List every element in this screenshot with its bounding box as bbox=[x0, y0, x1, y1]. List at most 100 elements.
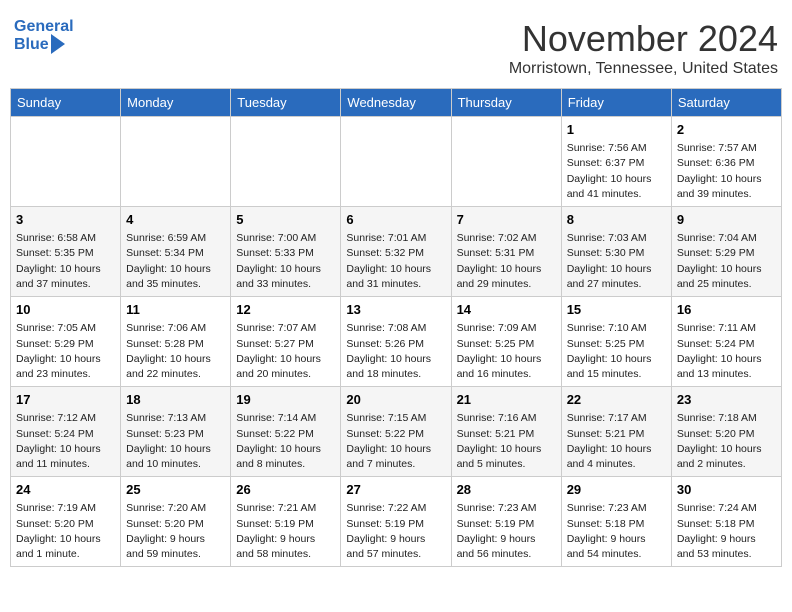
day-info: Sunrise: 7:20 AM Sunset: 5:20 PM Dayligh… bbox=[126, 501, 225, 562]
logo-blue-text: Blue bbox=[14, 36, 49, 54]
calendar-cell: 25Sunrise: 7:20 AM Sunset: 5:20 PM Dayli… bbox=[121, 477, 231, 567]
calendar-cell: 30Sunrise: 7:24 AM Sunset: 5:18 PM Dayli… bbox=[671, 477, 781, 567]
day-info: Sunrise: 7:12 AM Sunset: 5:24 PM Dayligh… bbox=[16, 411, 115, 472]
col-header-saturday: Saturday bbox=[671, 89, 781, 117]
day-number: 28 bbox=[457, 481, 556, 499]
calendar-cell: 27 Sunrise: 7:22 AM Sunset: 5:19 PM Dayli… bbox=[341, 477, 451, 567]
day-number: 20 bbox=[346, 391, 445, 409]
calendar-cell: 7Sunrise: 7:02 AM Sunset: 5:31 PM Daylig… bbox=[451, 207, 561, 297]
logo-triangle-icon bbox=[51, 34, 65, 54]
day-info: Sunrise: 7:16 AM Sunset: 5:21 PM Dayligh… bbox=[457, 411, 556, 472]
month-title: November 2024 bbox=[509, 18, 778, 60]
calendar-cell: 20 Sunrise: 7:15 AM Sunset: 5:22 PM Dayli… bbox=[341, 387, 451, 477]
calendar-cell: 26Sunrise: 7:21 AM Sunset: 5:19 PM Dayli… bbox=[231, 477, 341, 567]
calendar-cell: 4Sunrise: 6:59 AM Sunset: 5:34 PM Daylig… bbox=[121, 207, 231, 297]
day-info: Sunrise: 7:10 AM Sunset: 5:25 PM Dayligh… bbox=[567, 321, 666, 382]
day-info: Sunrise: 7:04 AM Sunset: 5:29 PM Dayligh… bbox=[677, 231, 776, 292]
day-info: Sunrise: 7:15 AM Sunset: 5:22 PM Dayligh… bbox=[346, 411, 445, 472]
calendar-cell bbox=[231, 117, 341, 207]
day-number: 15 bbox=[567, 301, 666, 319]
col-header-tuesday: Tuesday bbox=[231, 89, 341, 117]
day-info: Sunrise: 7:14 AM Sunset: 5:22 PM Dayligh… bbox=[236, 411, 335, 472]
calendar-cell: 10Sunrise: 7:05 AM Sunset: 5:29 PM Dayli… bbox=[11, 297, 121, 387]
day-number: 24 bbox=[16, 481, 115, 499]
calendar-header-row: SundayMondayTuesdayWednesdayThursdayFrid… bbox=[11, 89, 782, 117]
day-number: 8 bbox=[567, 211, 666, 229]
calendar-cell: 9 Sunrise: 7:04 AM Sunset: 5:29 PM Daylig… bbox=[671, 207, 781, 297]
day-info: Sunrise: 7:06 AM Sunset: 5:28 PM Dayligh… bbox=[126, 321, 225, 382]
day-info: Sunrise: 7:11 AM Sunset: 5:24 PM Dayligh… bbox=[677, 321, 776, 382]
col-header-wednesday: Wednesday bbox=[341, 89, 451, 117]
day-number: 14 bbox=[457, 301, 556, 319]
calendar-week-row: 17 Sunrise: 7:12 AM Sunset: 5:24 PM Dayli… bbox=[11, 387, 782, 477]
day-number: 23 bbox=[677, 391, 776, 409]
day-info: Sunrise: 7:08 AM Sunset: 5:26 PM Dayligh… bbox=[346, 321, 445, 382]
page-header: General Blue November 2024 Morristown, T… bbox=[10, 10, 782, 82]
day-number: 1 bbox=[567, 121, 666, 139]
col-header-monday: Monday bbox=[121, 89, 231, 117]
day-number: 5 bbox=[236, 211, 335, 229]
day-info: Sunrise: 7:13 AM Sunset: 5:23 PM Dayligh… bbox=[126, 411, 225, 472]
calendar-table: SundayMondayTuesdayWednesdayThursdayFrid… bbox=[10, 88, 782, 567]
calendar-cell: 12Sunrise: 7:07 AM Sunset: 5:27 PM Dayli… bbox=[231, 297, 341, 387]
day-info: Sunrise: 6:58 AM Sunset: 5:35 PM Dayligh… bbox=[16, 231, 115, 292]
logo: General Blue bbox=[14, 18, 74, 54]
day-number: 11 bbox=[126, 301, 225, 319]
calendar-cell bbox=[121, 117, 231, 207]
day-number: 9 bbox=[677, 211, 776, 229]
calendar-cell: 8 Sunrise: 7:03 AM Sunset: 5:30 PM Daylig… bbox=[561, 207, 671, 297]
calendar-week-row: 10Sunrise: 7:05 AM Sunset: 5:29 PM Dayli… bbox=[11, 297, 782, 387]
calendar-cell: 11 Sunrise: 7:06 AM Sunset: 5:28 PM Dayli… bbox=[121, 297, 231, 387]
col-header-thursday: Thursday bbox=[451, 89, 561, 117]
day-number: 18 bbox=[126, 391, 225, 409]
logo-general: General bbox=[14, 18, 74, 35]
day-number: 19 bbox=[236, 391, 335, 409]
day-info: Sunrise: 7:24 AM Sunset: 5:18 PM Dayligh… bbox=[677, 501, 776, 562]
day-number: 21 bbox=[457, 391, 556, 409]
day-info: Sunrise: 7:03 AM Sunset: 5:30 PM Dayligh… bbox=[567, 231, 666, 292]
day-number: 10 bbox=[16, 301, 115, 319]
calendar-cell: 28 Sunrise: 7:23 AM Sunset: 5:19 PM Dayli… bbox=[451, 477, 561, 567]
day-info: Sunrise: 7:23 AM Sunset: 5:18 PM Dayligh… bbox=[567, 501, 666, 562]
calendar-cell: 23 Sunrise: 7:18 AM Sunset: 5:20 PM Dayli… bbox=[671, 387, 781, 477]
calendar-week-row: 3 Sunrise: 6:58 AM Sunset: 5:35 PM Daylig… bbox=[11, 207, 782, 297]
day-number: 27 bbox=[346, 481, 445, 499]
day-number: 3 bbox=[16, 211, 115, 229]
day-number: 13 bbox=[346, 301, 445, 319]
calendar-cell: 6Sunrise: 7:01 AM Sunset: 5:32 PM Daylig… bbox=[341, 207, 451, 297]
calendar-cell: 15 Sunrise: 7:10 AM Sunset: 5:25 PM Dayli… bbox=[561, 297, 671, 387]
calendar-week-row: 24 Sunrise: 7:19 AM Sunset: 5:20 PM Dayli… bbox=[11, 477, 782, 567]
day-number: 16 bbox=[677, 301, 776, 319]
calendar-cell: 16 Sunrise: 7:11 AM Sunset: 5:24 PM Dayli… bbox=[671, 297, 781, 387]
day-info: Sunrise: 6:59 AM Sunset: 5:34 PM Dayligh… bbox=[126, 231, 225, 292]
location: Morristown, Tennessee, United States bbox=[509, 60, 778, 78]
calendar-cell: 13 Sunrise: 7:08 AM Sunset: 5:26 PM Dayli… bbox=[341, 297, 451, 387]
col-header-sunday: Sunday bbox=[11, 89, 121, 117]
calendar-cell: 2 Sunrise: 7:57 AM Sunset: 6:36 PM Daylig… bbox=[671, 117, 781, 207]
day-number: 17 bbox=[16, 391, 115, 409]
calendar-week-row: 1 Sunrise: 7:56 AM Sunset: 6:37 PM Daylig… bbox=[11, 117, 782, 207]
title-block: November 2024 Morristown, Tennessee, Uni… bbox=[509, 18, 778, 78]
calendar-cell: 24 Sunrise: 7:19 AM Sunset: 5:20 PM Dayli… bbox=[11, 477, 121, 567]
day-number: 7 bbox=[457, 211, 556, 229]
day-number: 22 bbox=[567, 391, 666, 409]
day-info: Sunrise: 7:00 AM Sunset: 5:33 PM Dayligh… bbox=[236, 231, 335, 292]
day-info: Sunrise: 7:07 AM Sunset: 5:27 PM Dayligh… bbox=[236, 321, 335, 382]
day-info: Sunrise: 7:56 AM Sunset: 6:37 PM Dayligh… bbox=[567, 141, 666, 202]
day-info: Sunrise: 7:19 AM Sunset: 5:20 PM Dayligh… bbox=[16, 501, 115, 562]
col-header-friday: Friday bbox=[561, 89, 671, 117]
day-info: Sunrise: 7:22 AM Sunset: 5:19 PM Dayligh… bbox=[346, 501, 445, 562]
calendar-cell: 5 Sunrise: 7:00 AM Sunset: 5:33 PM Daylig… bbox=[231, 207, 341, 297]
day-number: 29 bbox=[567, 481, 666, 499]
calendar-cell: 22 Sunrise: 7:17 AM Sunset: 5:21 PM Dayli… bbox=[561, 387, 671, 477]
day-info: Sunrise: 7:57 AM Sunset: 6:36 PM Dayligh… bbox=[677, 141, 776, 202]
day-info: Sunrise: 7:18 AM Sunset: 5:20 PM Dayligh… bbox=[677, 411, 776, 472]
calendar-cell: 21 Sunrise: 7:16 AM Sunset: 5:21 PM Dayli… bbox=[451, 387, 561, 477]
day-number: 2 bbox=[677, 121, 776, 139]
calendar-cell bbox=[451, 117, 561, 207]
day-number: 26 bbox=[236, 481, 335, 499]
calendar-cell bbox=[341, 117, 451, 207]
calendar-cell: 18 Sunrise: 7:13 AM Sunset: 5:23 PM Dayli… bbox=[121, 387, 231, 477]
day-info: Sunrise: 7:17 AM Sunset: 5:21 PM Dayligh… bbox=[567, 411, 666, 472]
day-info: Sunrise: 7:23 AM Sunset: 5:19 PM Dayligh… bbox=[457, 501, 556, 562]
